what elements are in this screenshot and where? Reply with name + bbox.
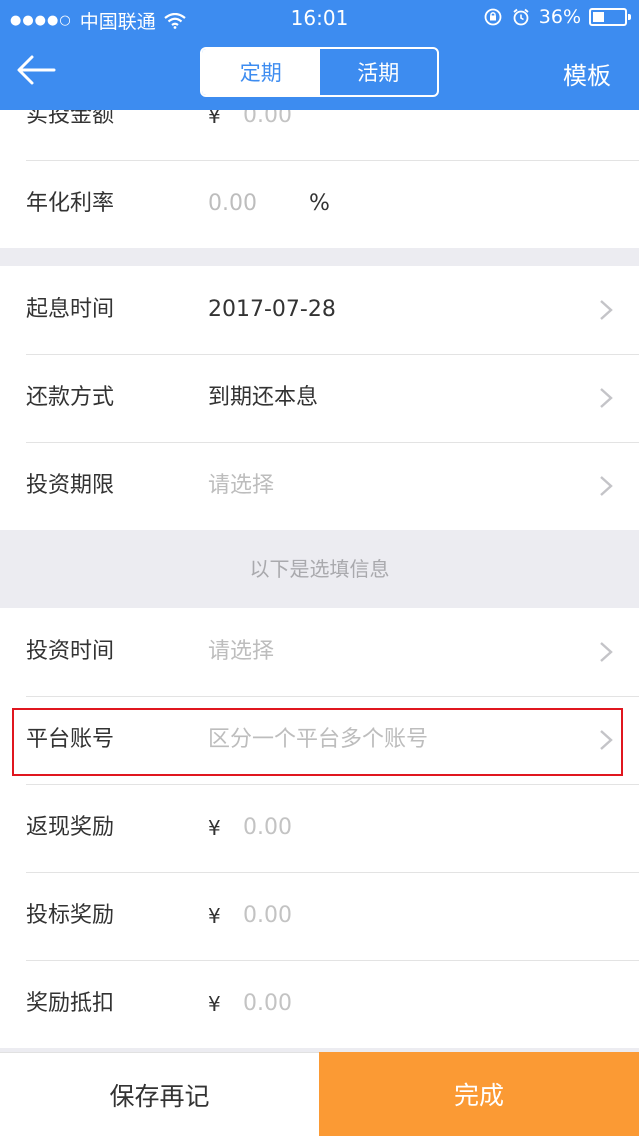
tab-fixed-term[interactable]: 定期: [202, 49, 320, 95]
chevron-right-icon: [600, 642, 613, 662]
row-start-date[interactable]: 起息时间 2017-07-28: [0, 266, 639, 354]
currency-symbol: ¥: [208, 110, 221, 128]
bid-reward-label: 投标奖励: [26, 903, 115, 928]
row-actual-amount[interactable]: 实投金额 ¥ 0.00: [0, 110, 639, 160]
invest-time-label: 投资时间: [26, 639, 115, 664]
form-scroll-area[interactable]: 实投金额 ¥ 0.00 年化利率 0.00 % 起息时间 2017-07-28 …: [0, 110, 639, 1052]
term-label: 投资期限: [26, 473, 115, 498]
app-screen: ●●●●○ 中国联通 16:01 36% 定期 活期 模板 实投金额 ¥ 0.0…: [0, 0, 639, 1136]
row-investment-time[interactable]: 投资时间 请选择: [0, 608, 639, 696]
chevron-right-icon: [600, 476, 613, 496]
start-date-label: 起息时间: [26, 297, 115, 322]
chevron-right-icon: [600, 388, 613, 408]
tab-current-demand[interactable]: 活期: [320, 49, 438, 95]
cashback-label: 返现奖励: [26, 815, 115, 840]
currency-symbol: ¥: [208, 904, 221, 928]
repayment-label: 还款方式: [26, 385, 115, 410]
annual-rate-label: 年化利率: [26, 191, 115, 216]
row-cashback-reward[interactable]: 返现奖励 ¥ 0.00: [0, 784, 639, 872]
invest-time-placeholder: 请选择: [208, 639, 275, 664]
bottom-action-bar: 保存再记 完成: [0, 1052, 639, 1136]
actual-amount-label: 实投金额: [26, 110, 115, 128]
actual-amount-input[interactable]: 0.00: [243, 110, 292, 160]
template-button[interactable]: 模板: [563, 56, 611, 91]
navigation-bar: 定期 活期 模板: [0, 36, 639, 110]
alarm-icon: [513, 8, 529, 26]
row-reward-deduction[interactable]: 奖励抵扣 ¥ 0.00: [0, 960, 639, 1048]
row-annual-rate[interactable]: 年化利率 0.00 %: [0, 160, 639, 248]
schedule-group: 起息时间 2017-07-28 还款方式 到期还本息 投资期限 请选择: [0, 266, 639, 530]
term-segmented-control: 定期 活期: [200, 47, 439, 97]
currency-symbol: ¥: [208, 992, 221, 1016]
bid-reward-input[interactable]: 0.00: [243, 872, 292, 960]
reward-deduction-input[interactable]: 0.00: [243, 960, 292, 1048]
term-placeholder: 请选择: [208, 473, 275, 498]
row-bid-reward[interactable]: 投标奖励 ¥ 0.00: [0, 872, 639, 960]
percent-unit: %: [309, 191, 330, 216]
done-button[interactable]: 完成: [319, 1052, 639, 1136]
back-arrow-icon[interactable]: [14, 50, 58, 90]
row-investment-term[interactable]: 投资期限 请选择: [0, 442, 639, 530]
status-bar: ●●●●○ 中国联通 16:01 36%: [0, 0, 639, 36]
chevron-right-icon: [600, 730, 613, 750]
cashback-input[interactable]: 0.00: [243, 784, 292, 872]
repayment-value: 到期还本息: [208, 385, 319, 410]
platform-account-placeholder: 区分一个平台多个账号: [208, 727, 429, 752]
start-date-value: 2017-07-28: [208, 297, 336, 322]
annual-rate-input[interactable]: 0.00: [208, 160, 257, 248]
amount-group: 实投金额 ¥ 0.00 年化利率 0.00 %: [0, 110, 639, 248]
battery-percent: 36%: [538, 6, 581, 28]
save-and-continue-button[interactable]: 保存再记: [0, 1052, 319, 1136]
battery-icon: [589, 8, 631, 26]
chevron-right-icon: [600, 300, 613, 320]
reward-deduction-label: 奖励抵扣: [26, 991, 115, 1016]
optional-group: 投资时间 请选择 平台账号 区分一个平台多个账号 返现奖励 ¥ 0.00 投标奖…: [0, 608, 639, 1048]
row-platform-account[interactable]: 平台账号 区分一个平台多个账号: [0, 696, 639, 784]
optional-section-header: 以下是选填信息: [0, 530, 639, 608]
platform-account-label: 平台账号: [26, 727, 115, 752]
row-repayment-method[interactable]: 还款方式 到期还本息: [0, 354, 639, 442]
currency-symbol: ¥: [208, 816, 221, 840]
top-header: ●●●●○ 中国联通 16:01 36% 定期 活期 模板: [0, 0, 639, 110]
rotation-lock-icon: [484, 8, 502, 26]
